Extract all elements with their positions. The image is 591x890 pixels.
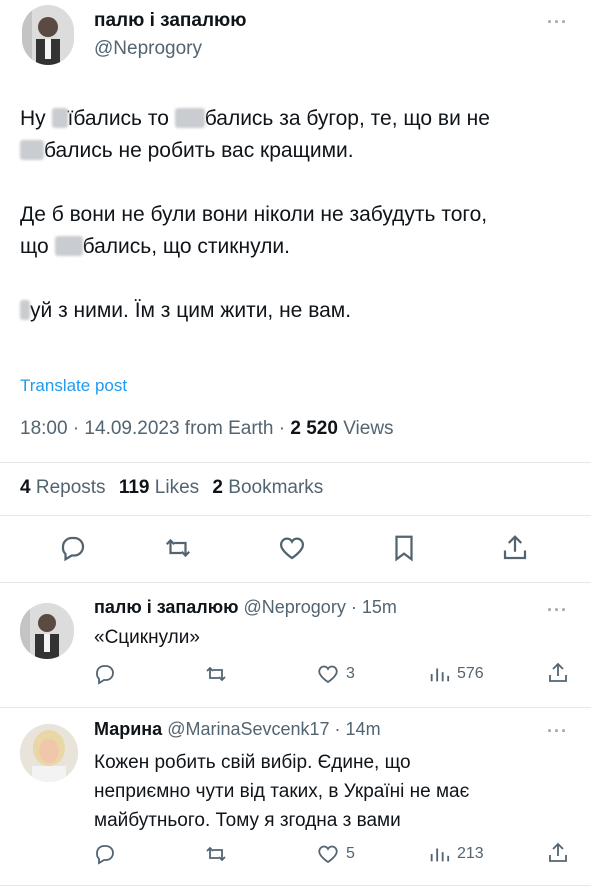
views-count: 576 — [457, 665, 484, 682]
more-icon[interactable]: ··· — [547, 721, 568, 742]
paragraph-3: уй з ними. Їм з цим жити, не вам. — [20, 295, 580, 327]
like-count: 3 — [346, 665, 355, 682]
post-timestamp[interactable]: 18:00 · 14.09.2023 from Earth · — [20, 418, 290, 439]
divider — [0, 582, 591, 583]
share-icon[interactable] — [500, 533, 530, 568]
heart-icon[interactable] — [316, 662, 340, 691]
paragraph-1: Ну їбались то бались за бугор, те, що ви… — [20, 107, 490, 162]
reply-author-handle[interactable]: @MarinaSevcenk17 — [167, 719, 329, 739]
author-handle[interactable]: @Neprogory — [94, 38, 202, 60]
share-icon[interactable] — [546, 661, 570, 690]
like-count: 5 — [346, 845, 355, 862]
censored-mark — [51, 108, 68, 128]
reply-author-name[interactable]: Марина — [94, 719, 162, 739]
views-icon[interactable] — [428, 662, 450, 691]
reposts-stat[interactable]: 4 Reposts — [20, 477, 106, 498]
reply-header: палю і запалюю @Neprogory · 15m — [94, 597, 397, 618]
post-text: Ну їбались то бались за бугор, те, що ви… — [20, 103, 580, 327]
reply-text: «Сцикнули» — [94, 627, 200, 648]
reply-header: Марина @MarinaSevcenk17 · 14m — [94, 719, 381, 740]
paragraph-2: Де б вони не були вони ніколи не забудут… — [20, 203, 488, 258]
reply-text: Кожен робить свій вибір. Єдине, що непри… — [94, 752, 470, 831]
repost-icon[interactable] — [162, 533, 194, 568]
more-icon[interactable]: ··· — [547, 12, 568, 33]
censored-mark — [54, 236, 83, 256]
views-count: 2 520 — [290, 418, 338, 439]
share-icon[interactable] — [546, 841, 570, 870]
more-icon[interactable]: ··· — [547, 600, 568, 621]
divider — [0, 462, 591, 463]
heart-icon[interactable] — [316, 842, 340, 871]
divider — [0, 885, 591, 886]
author-avatar[interactable] — [22, 5, 74, 65]
censored-mark — [20, 140, 44, 160]
censored-mark — [20, 300, 30, 320]
translate-post-link[interactable]: Translate post — [20, 376, 127, 396]
likes-stat[interactable]: 119 Likes — [119, 477, 199, 498]
divider — [0, 515, 591, 516]
reply-icon[interactable] — [58, 533, 88, 568]
repost-icon[interactable] — [203, 842, 229, 871]
repost-icon[interactable] — [203, 662, 229, 691]
reply-author-name[interactable]: палю і запалюю — [94, 597, 238, 617]
reply-icon[interactable] — [93, 662, 117, 691]
divider — [0, 707, 591, 708]
post-stats: 4 Reposts 119 Likes 2 Bookmarks — [20, 477, 323, 499]
bookmarks-stat[interactable]: 2 Bookmarks — [212, 477, 323, 498]
censored-mark — [174, 108, 205, 128]
reply-avatar[interactable] — [20, 724, 78, 782]
reply-author-handle[interactable]: @Neprogory — [244, 597, 346, 617]
reply-time[interactable]: · 14m — [330, 719, 381, 739]
views-label: Views — [337, 418, 394, 439]
post-meta: 18:00 · 14.09.2023 from Earth · 2 520 Vi… — [20, 418, 394, 440]
reply-avatar[interactable] — [20, 603, 74, 659]
author-name[interactable]: палю і запалюю — [94, 10, 247, 32]
views-icon[interactable] — [428, 842, 450, 871]
views-count: 213 — [457, 845, 484, 862]
bookmark-icon[interactable] — [389, 533, 419, 568]
reply-icon[interactable] — [93, 842, 117, 871]
reply-time[interactable]: · 15m — [346, 597, 397, 617]
heart-icon[interactable] — [277, 533, 307, 568]
